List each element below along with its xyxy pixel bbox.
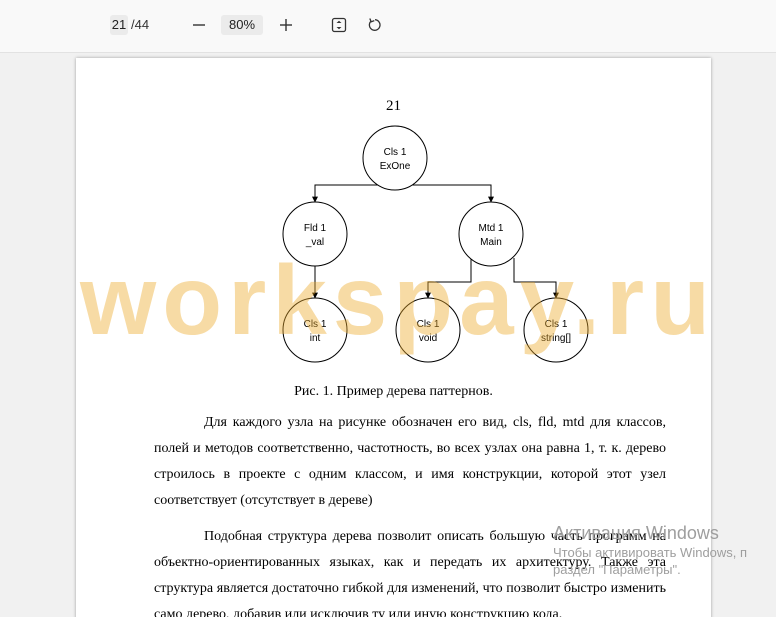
current-page-input[interactable]: 21 <box>110 15 128 35</box>
edge-mtd1-string <box>513 258 559 299</box>
page-count: /44 <box>131 15 149 35</box>
node-label-line1: Mtd 1 <box>478 223 503 234</box>
node-label-line1: Cls 1 <box>545 319 568 330</box>
paragraph-1: Для каждого узла на рисунке обозначен ег… <box>154 415 666 508</box>
tree-node-cls-int: Cls 1 int <box>282 297 348 363</box>
node-label-line2: Main <box>480 237 502 248</box>
pdf-toolbar: 21 /44 80% <box>0 0 776 53</box>
zoom-out-icon <box>193 24 205 26</box>
tree-node-mtd-main: Mtd 1 Main <box>458 201 524 267</box>
pdf-page: 21 Cls 1 ExOne Fld 1 _val Mtd 1 Main Cls… <box>76 58 711 617</box>
edge-cls1-mtd1 <box>395 184 494 203</box>
node-label-line2: ExOne <box>380 161 411 172</box>
node-label-line2: int <box>310 333 321 344</box>
figure-caption: Рис. 1. Пример дерева паттернов. <box>294 384 493 399</box>
document-viewer[interactable]: 21 Cls 1 ExOne Fld 1 _val Mtd 1 Main Cls… <box>0 53 776 617</box>
rotate-button[interactable] <box>362 12 388 38</box>
zoom-out-button[interactable] <box>186 12 212 38</box>
tree-node-fld-val: Fld 1 _val <box>282 201 348 267</box>
tree-node-cls-void: Cls 1 void <box>395 297 461 363</box>
total-pages: 44 <box>134 17 150 32</box>
fit-page-icon <box>331 17 347 33</box>
rotate-icon <box>368 18 381 31</box>
node-label-line1: Cls 1 <box>384 147 407 158</box>
fit-page-button[interactable] <box>326 12 352 38</box>
tree-node-cls-exone: Cls 1 ExOne <box>362 125 428 191</box>
zoom-in-button[interactable] <box>273 12 299 38</box>
edge-mtd1-void <box>425 258 472 299</box>
node-label-line1: Fld 1 <box>304 223 327 234</box>
node-label-line2: void <box>419 333 437 344</box>
paragraph-2: Подобная структура дерева позволит описа… <box>154 529 666 617</box>
zoom-in-icon <box>280 19 292 31</box>
node-label-line2: _val <box>305 237 324 248</box>
node-label-line1: Cls 1 <box>304 319 327 330</box>
pattern-tree-diagram: Cls 1 ExOne Fld 1 _val Mtd 1 Main Cls 1 … <box>282 125 589 363</box>
node-label-line1: Cls 1 <box>417 319 440 330</box>
tree-node-cls-string: Cls 1 string[] <box>523 297 589 363</box>
zoom-level[interactable]: 80% <box>221 15 263 35</box>
node-label-line2: string[] <box>541 333 571 344</box>
